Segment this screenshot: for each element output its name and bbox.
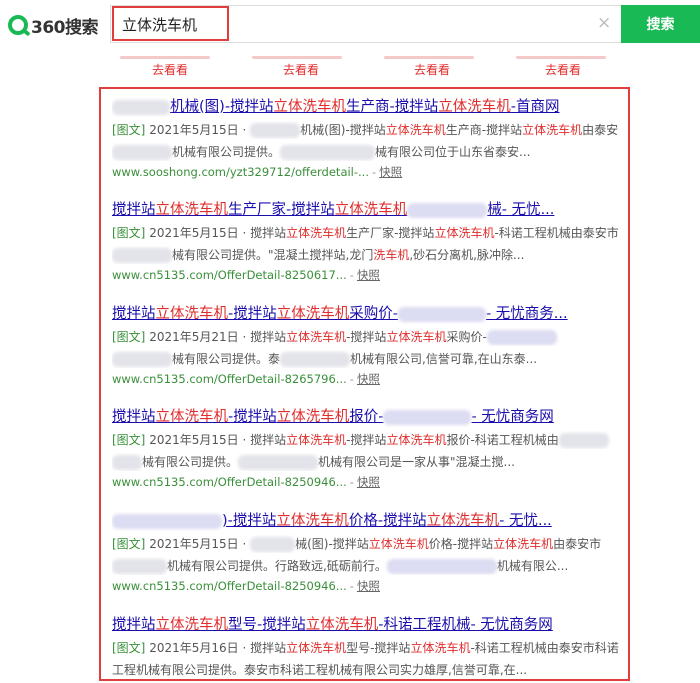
result-title-link[interactable]: 搅拌站立体洗车机-搅拌站立体洗车机报价- - 无忧商务网 bbox=[112, 407, 624, 427]
rec-link-1[interactable]: 去看看 bbox=[152, 61, 188, 78]
result-snippet: [图文] 2021年5月15日 · 械(图)-搅拌站立体洗车机价格-搅拌站立体洗… bbox=[112, 537, 602, 552]
redacted-region bbox=[397, 306, 486, 322]
result-snippet: 机械有限公司提供。行路致远,砥砺前行。 机械有限公... bbox=[112, 557, 624, 575]
result-url: www.sooshong.com/yzt329712/offerdetail-.… bbox=[112, 165, 403, 179]
result-url: www.cn5135.com/OfferDetail-8265796... - 快照 bbox=[112, 372, 380, 386]
result-snippet: [图文] 2021年5月15日 · 机械(图)-搅拌站立体洗车机生产商-搅拌站立… bbox=[112, 123, 619, 138]
result-title-link[interactable]: 机械(图)-搅拌站立体洗车机生产商-搅拌站立体洗车机-首商网 bbox=[112, 97, 624, 117]
redacted-region bbox=[383, 409, 472, 425]
snapshot-link[interactable]: 快照 bbox=[357, 579, 380, 593]
search-button[interactable]: 搜索 bbox=[621, 5, 700, 43]
logo-text: 360搜索 bbox=[31, 17, 99, 38]
result-url: www.cn5135.com/OfferDetail-8250946... - 快照 bbox=[112, 475, 380, 489]
result-snippet: [图文] 2021年5月15日 · 搅拌站立体洗车机-搅拌站立体洗车机报价-科诺… bbox=[112, 431, 624, 449]
result-title-link[interactable]: 搅拌站立体洗车机型号-搅拌站立体洗车机-科诺工程机械- 无忧商务网 bbox=[112, 615, 624, 635]
result-item: 搅拌站立体洗车机-搅拌站立体洗车机报价- - 无忧商务网 [图文] 2021年5月… bbox=[112, 407, 624, 491]
result-snippet: 械有限公司提供。"混凝土搅拌站,龙门洗车机,砂石分离机,脉冲除... bbox=[112, 246, 624, 264]
rec-link-4[interactable]: 去看看 bbox=[545, 61, 581, 78]
result-snippet: 械有限公司提供。 机械有限公司是一家从事"混凝土搅... bbox=[112, 453, 624, 471]
result-item: 机械(图)-搅拌站立体洗车机生产商-搅拌站立体洗车机-首商网 [图文] 2021… bbox=[112, 97, 624, 181]
rec-image-stub bbox=[252, 56, 342, 59]
recommend-row: 去看看 去看看 去看看 去看看 bbox=[0, 56, 700, 78]
result-title-link[interactable]: 搅拌站立体洗车机生产厂家-搅拌站立体洗车机 械- 无忧... bbox=[112, 200, 624, 220]
rec-image-stub bbox=[120, 56, 210, 59]
snapshot-link[interactable]: 快照 bbox=[357, 372, 380, 386]
top-bar: 360搜索 立体洗车机 × 搜索 bbox=[0, 0, 700, 50]
result-title-link[interactable]: 搅拌站立体洗车机-搅拌站立体洗车机采购价- - 无忧商务... bbox=[112, 304, 624, 324]
result-snippet: [图文] 2021年5月16日 · 搅拌站立体洗车机型号-搅拌站立体洗车机-科诺… bbox=[112, 641, 619, 655]
snapshot-link[interactable]: 快照 bbox=[379, 165, 402, 179]
rec-image-stub bbox=[516, 56, 606, 59]
result-title-link[interactable]: )-搅拌站立体洗车机价格-搅拌站立体洗车机- 无忧... bbox=[112, 511, 624, 531]
rec-image-stub bbox=[384, 56, 474, 59]
result-item: 搅拌站立体洗车机型号-搅拌站立体洗车机-科诺工程机械- 无忧商务网 [图文] 2… bbox=[112, 615, 624, 679]
clear-icon[interactable]: × bbox=[597, 13, 611, 33]
result-item: 搅拌站立体洗车机-搅拌站立体洗车机采购价- - 无忧商务... [图文] 2021… bbox=[112, 304, 624, 388]
redacted-region bbox=[112, 513, 222, 529]
result-item: 搅拌站立体洗车机生产厂家-搅拌站立体洗车机 械- 无忧... [图文] 2021年… bbox=[112, 200, 624, 284]
result-url: www.cn5135.com/OfferDetail-8250946... - 快照 bbox=[112, 579, 380, 593]
redacted-region bbox=[112, 99, 170, 115]
result-snippet: [图文] 2021年5月15日 · 搅拌站立体洗车机生产厂家-搅拌站立体洗车机-… bbox=[112, 226, 619, 240]
result-snippet: 工程机械有限公司提供。泰安市科诺工程机械有限公司实力雄厚,信誉可靠,在... bbox=[112, 663, 528, 677]
result-url: www.cn5135.com/OfferDetail-8250617... - 快照 bbox=[112, 268, 380, 282]
search-logo-icon bbox=[8, 15, 28, 35]
result-snippet: 机械有限公司提供。 械有限公司位于山东省泰安... bbox=[112, 143, 624, 161]
logo[interactable]: 360搜索 bbox=[8, 12, 99, 38]
result-snippet: 械有限公司提供。泰 机械有限公司,信誉可靠,在山东泰... bbox=[112, 350, 624, 368]
rec-link-2[interactable]: 去看看 bbox=[283, 61, 319, 78]
redacted-region bbox=[407, 202, 488, 218]
snapshot-link[interactable]: 快照 bbox=[357, 268, 380, 282]
rec-link-3[interactable]: 去看看 bbox=[414, 61, 450, 78]
result-snippet: [图文] 2021年5月21日 · 搅拌站立体洗车机-搅拌站立体洗车机采购价- bbox=[112, 328, 624, 346]
search-input[interactable]: 立体洗车机 bbox=[122, 14, 197, 35]
result-item: )-搅拌站立体洗车机价格-搅拌站立体洗车机- 无忧... [图文] 2021年5… bbox=[112, 511, 624, 595]
snapshot-link[interactable]: 快照 bbox=[357, 475, 380, 489]
